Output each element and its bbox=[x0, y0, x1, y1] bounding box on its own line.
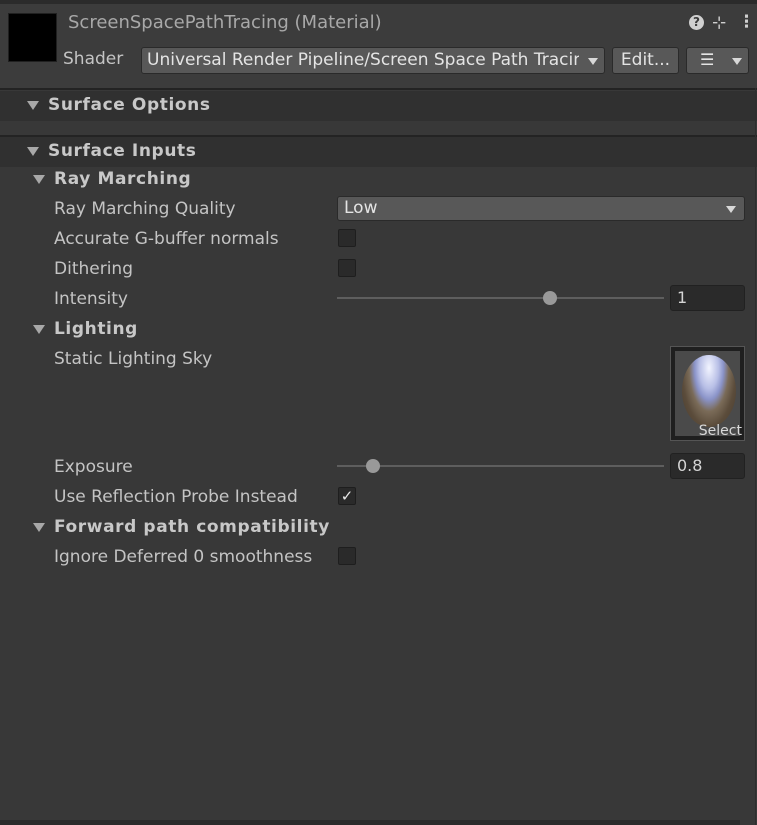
shader-label: Shader bbox=[63, 49, 124, 69]
section-surface-options[interactable]: Surface Options bbox=[0, 91, 757, 121]
foldout-triangle-icon bbox=[33, 523, 45, 532]
static-lighting-sky-label: Static Lighting Sky bbox=[54, 349, 213, 369]
list-icon: ☰ bbox=[700, 50, 715, 69]
foldout-ray-marching[interactable]: Ray Marching bbox=[0, 167, 757, 191]
foldout-lighting[interactable]: Lighting bbox=[0, 317, 757, 341]
foldout-label: Lighting bbox=[54, 319, 138, 339]
edit-shader-button[interactable]: Edit... bbox=[612, 47, 679, 74]
exposure-label: Exposure bbox=[54, 457, 133, 477]
accurate-gbuffer-normals-checkbox[interactable] bbox=[338, 229, 356, 247]
dropdown-value: Low bbox=[344, 198, 378, 218]
chevron-down-icon bbox=[588, 58, 598, 65]
chevron-down-icon bbox=[732, 58, 742, 65]
ignore-deferred-smoothness-checkbox[interactable] bbox=[338, 547, 356, 565]
use-reflection-probe-label: Use Reflection Probe Instead bbox=[54, 487, 298, 507]
foldout-triangle-icon bbox=[33, 175, 45, 184]
foldout-label: Forward path compatibility bbox=[54, 517, 330, 537]
more-options-icon[interactable]: ⋮ bbox=[738, 12, 755, 32]
panel-border bbox=[755, 88, 756, 825]
ray-marching-quality-label: Ray Marching Quality bbox=[54, 199, 236, 219]
ray-marching-quality-dropdown[interactable]: Low bbox=[337, 196, 745, 221]
section-surface-inputs[interactable]: Surface Inputs bbox=[0, 137, 757, 167]
exposure-slider-thumb[interactable] bbox=[365, 459, 380, 473]
intensity-slider-track[interactable] bbox=[337, 297, 664, 299]
material-title: ScreenSpacePathTracing (Material) bbox=[68, 12, 382, 33]
foldout-forward-path[interactable]: Forward path compatibility bbox=[0, 515, 757, 539]
exposure-value-field[interactable]: 0.8 bbox=[670, 453, 745, 479]
intensity-slider-thumb[interactable] bbox=[542, 291, 557, 305]
texture-select-label[interactable]: Select bbox=[699, 423, 742, 439]
top-strip bbox=[0, 0, 757, 4]
exposure-slider-track[interactable] bbox=[337, 465, 664, 467]
separator bbox=[0, 88, 757, 90]
ignore-deferred-smoothness-label: Ignore Deferred 0 smoothness bbox=[54, 547, 313, 567]
foldout-label: Ray Marching bbox=[54, 169, 192, 189]
foldout-triangle-icon bbox=[27, 101, 39, 110]
bottom-scrollbar[interactable] bbox=[0, 820, 740, 825]
intensity-label: Intensity bbox=[54, 289, 128, 309]
dithering-label: Dithering bbox=[54, 259, 133, 279]
accurate-gbuffer-normals-label: Accurate G-buffer normals bbox=[54, 229, 279, 249]
material-preview-thumbnail[interactable] bbox=[8, 13, 57, 62]
shader-options-button[interactable]: ☰ bbox=[686, 47, 749, 74]
use-reflection-probe-checkbox[interactable]: ✓ bbox=[338, 487, 356, 505]
section-label: Surface Options bbox=[48, 95, 211, 115]
dithering-checkbox[interactable] bbox=[338, 259, 356, 277]
shader-dropdown-value: Universal Render Pipeline/Screen Space P… bbox=[147, 50, 579, 70]
help-icon[interactable]: ? bbox=[689, 15, 704, 30]
sky-texture-thumbnail bbox=[682, 355, 736, 427]
preset-sliders-icon[interactable]: ⊹ bbox=[712, 13, 726, 33]
shader-dropdown[interactable]: Universal Render Pipeline/Screen Space P… bbox=[141, 47, 605, 74]
foldout-triangle-icon bbox=[33, 325, 45, 334]
intensity-value-field[interactable]: 1 bbox=[670, 285, 745, 311]
foldout-triangle-icon bbox=[27, 147, 39, 156]
static-lighting-sky-texture-slot[interactable]: Select bbox=[670, 346, 745, 441]
chevron-down-icon bbox=[726, 206, 736, 213]
section-label: Surface Inputs bbox=[48, 141, 197, 161]
